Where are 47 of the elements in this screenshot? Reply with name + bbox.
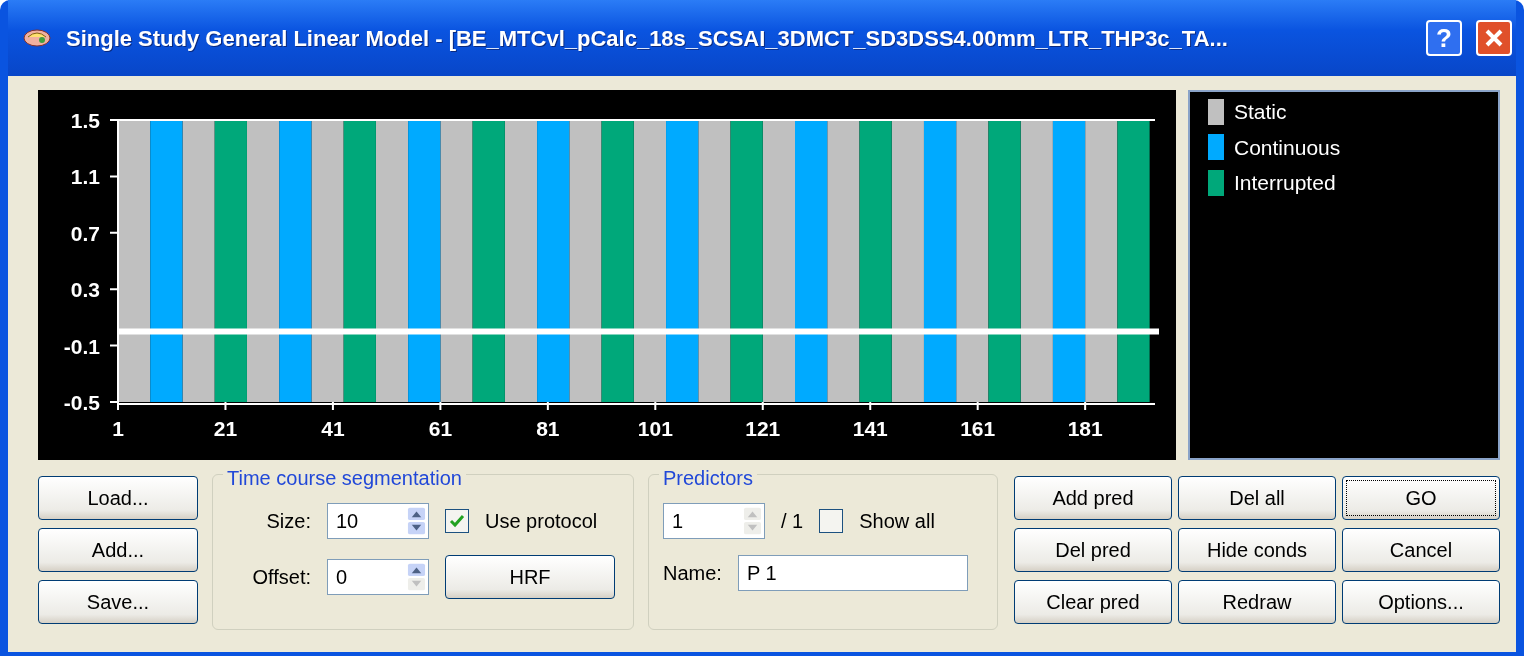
- help-button[interactable]: ?: [1426, 20, 1462, 56]
- action-button[interactable]: Cancel: [1342, 528, 1500, 572]
- field-label: Name:: [663, 561, 722, 586]
- checkbox[interactable]: [445, 509, 469, 533]
- check-icon: [449, 513, 465, 529]
- checkbox[interactable]: [819, 509, 844, 533]
- y-tick-label: 0.3: [70, 278, 100, 302]
- file-button[interactable]: Save...: [38, 580, 198, 624]
- y-tick-label: 1.1: [70, 165, 100, 189]
- app-icon: [22, 27, 52, 49]
- action-button[interactable]: Clear pred: [1014, 580, 1172, 624]
- x-tick-label: 141: [852, 417, 888, 440]
- field-label: Size:: [265, 509, 311, 534]
- predictor-count: / 1: [781, 509, 804, 534]
- legend-label: Interrupted: [1234, 170, 1336, 196]
- hrf-button[interactable]: HRF: [445, 555, 615, 599]
- action-button[interactable]: Redraw: [1178, 580, 1336, 624]
- window-title: Single Study General Linear Model - [BE_MTCvl_pCalc_18s_SCSAI_3DMCT_SD3DSS4.00mm_LTR_THP3c_TA...: [66, 24, 1229, 53]
- x-tick-label: 81: [536, 417, 560, 440]
- name-field[interactable]: P 1: [737, 555, 968, 591]
- y-tick-label: 1.5: [70, 109, 100, 132]
- x-tick-label: 41: [321, 417, 345, 440]
- x-tick-label: 61: [428, 417, 453, 440]
- file-button[interactable]: Load...: [38, 476, 198, 520]
- action-button[interactable]: GO: [1342, 476, 1500, 520]
- checkbox-label: Show all: [859, 509, 935, 534]
- close-button[interactable]: [1476, 20, 1512, 56]
- checkbox-label: Use protocol: [485, 509, 598, 534]
- legend-label: Continuous: [1234, 134, 1341, 161]
- file-button[interactable]: Add...: [38, 528, 198, 572]
- x-tick-label: 121: [745, 417, 781, 440]
- action-button[interactable]: Options...: [1342, 580, 1500, 624]
- close-icon: [1483, 27, 1505, 49]
- x-tick-label: 1: [112, 417, 124, 440]
- x-tick-label: 101: [637, 417, 673, 440]
- y-tick-label: 0.7: [70, 221, 100, 245]
- y-tick-label: -0.5: [63, 391, 100, 414]
- action-button[interactable]: Add pred: [1014, 476, 1172, 520]
- legend-label: Static: [1234, 99, 1287, 125]
- y-tick-label: -0.1: [63, 334, 100, 358]
- field-label: Offset:: [251, 565, 311, 590]
- action-button[interactable]: Del pred: [1014, 528, 1172, 572]
- x-tick-label: 181: [1067, 417, 1103, 440]
- action-button[interactable]: Del all: [1178, 476, 1336, 520]
- x-tick-label: 21: [213, 417, 238, 440]
- action-button[interactable]: Hide conds: [1178, 528, 1336, 572]
- x-tick-label: 161: [960, 417, 996, 440]
